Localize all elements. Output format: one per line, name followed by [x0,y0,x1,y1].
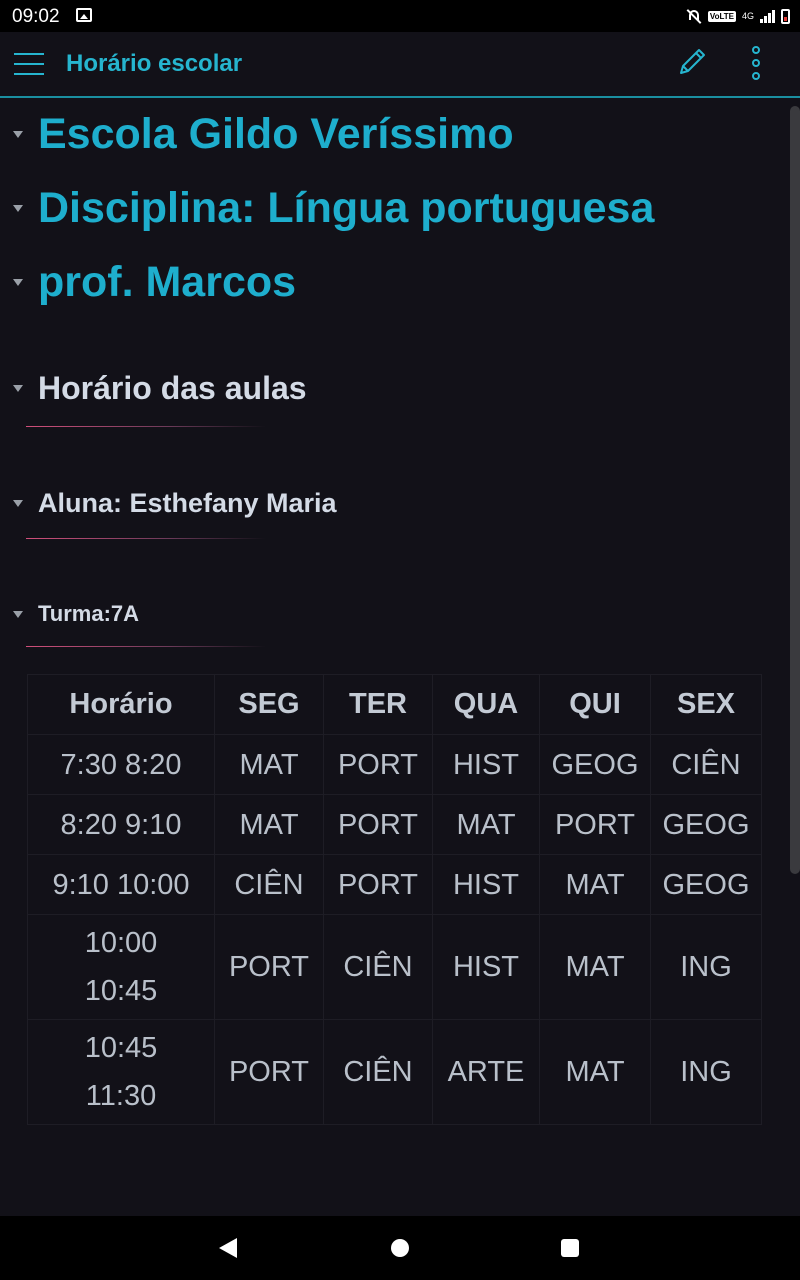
table-row: 7:30 8:20 MAT PORT HIST GEOG CIÊN [27,734,762,795]
table-row: 10:45 11:30 PORT CIÊN ARTE MAT ING [27,1019,762,1125]
table-row: 10:00 10:45 PORT CIÊN HIST MAT ING [27,914,762,1020]
heading-divider [26,426,266,427]
table-cell: GEOG [650,794,762,855]
table-cell: PORT [323,854,433,915]
table-cell: GEOG [539,734,651,795]
table-cell: CIÊN [323,914,433,1020]
student-name: Aluna: Esthefany Maria [38,488,337,518]
time-cell: 8:20 9:10 [27,794,215,855]
image-icon [76,8,92,22]
time-cell: 10:45 11:30 [27,1019,215,1125]
collapse-arrow-icon[interactable] [13,279,23,286]
table-cell: PORT [323,794,433,855]
heading-class[interactable]: Turma:7A [0,601,139,627]
notifications-off-icon [686,8,702,24]
collapse-arrow-icon[interactable] [13,385,23,392]
table-cell: HIST [432,854,540,915]
table-cell: MAT [432,794,540,855]
collapse-arrow-icon[interactable] [13,610,23,618]
heading-teacher[interactable]: prof. Marcos [0,258,296,307]
menu-icon[interactable] [14,53,44,75]
column-header: QUA [432,674,540,735]
signal-icon [760,9,775,23]
table-cell: ARTE [432,1019,540,1125]
scrollbar[interactable] [790,106,800,874]
battery-icon [781,8,790,24]
heading-divider [26,646,266,647]
table-cell: PORT [323,734,433,795]
table-cell: MAT [539,854,651,915]
back-icon[interactable] [219,1238,237,1258]
content-area[interactable]: Escola Gildo Veríssimo Disciplina: Língu… [0,98,788,1216]
collapse-arrow-icon[interactable] [13,131,23,138]
schedule-title: Horário das aulas [38,370,307,406]
column-header: SEX [650,674,762,735]
heading-schedule[interactable]: Horário das aulas [0,370,307,407]
table-cell: PORT [214,1019,324,1125]
heading-divider [26,538,266,539]
heading-student[interactable]: Aluna: Esthefany Maria [0,488,337,519]
table-cell: GEOG [650,854,762,915]
time-cell: 9:10 10:00 [27,854,215,915]
subject-name: Disciplina: Língua portuguesa [38,184,655,232]
teacher-name: prof. Marcos [38,258,297,306]
heading-school[interactable]: Escola Gildo Veríssimo [0,110,514,159]
table-cell: MAT [539,914,651,1020]
more-vert-icon[interactable] [746,46,766,80]
schedule-table: Horário SEG TER QUA QUI SEX 7:30 8:20 MA… [27,674,762,1125]
table-cell: CIÊN [323,1019,433,1125]
class-name: Turma:7A [38,601,140,626]
time-cell: 10:00 10:45 [27,914,215,1020]
table-cell: ING [650,1019,762,1125]
app-bar: Horário escolar [0,32,800,98]
home-icon[interactable] [391,1239,409,1257]
table-cell: MAT [214,734,324,795]
column-header: TER [323,674,433,735]
navigation-bar [0,1216,800,1280]
column-header: Horário [27,674,215,735]
time-cell: 7:30 8:20 [27,734,215,795]
recents-icon[interactable] [561,1239,579,1257]
table-cell: MAT [539,1019,651,1125]
column-header: SEG [214,674,324,735]
edit-pencil-icon[interactable] [676,46,708,78]
table-cell: CIÊN [650,734,762,795]
table-cell: CIÊN [214,854,324,915]
app-title: Horário escolar [66,50,243,77]
heading-subject[interactable]: Disciplina: Língua portuguesa [0,184,654,233]
status-time: 09:02 [12,6,60,27]
table-cell: PORT [214,914,324,1020]
collapse-arrow-icon[interactable] [13,205,23,212]
table-cell: HIST [432,734,540,795]
table-row: 9:10 10:00 CIÊN PORT HIST MAT GEOG [27,854,762,915]
school-name: Escola Gildo Veríssimo [38,110,514,158]
table-row: 8:20 9:10 MAT PORT MAT PORT GEOG [27,794,762,855]
column-header: QUI [539,674,651,735]
status-bar: 09:02 VoLTE 4G [0,0,800,32]
table-cell: MAT [214,794,324,855]
table-cell: HIST [432,914,540,1020]
status-icons: VoLTE 4G [686,6,790,26]
volte-badge: VoLTE [707,10,736,22]
table-cell: ING [650,914,762,1020]
table-cell: PORT [539,794,651,855]
network-type: 4G [741,11,754,21]
collapse-arrow-icon[interactable] [13,500,23,507]
table-header-row: Horário SEG TER QUA QUI SEX [27,674,762,735]
